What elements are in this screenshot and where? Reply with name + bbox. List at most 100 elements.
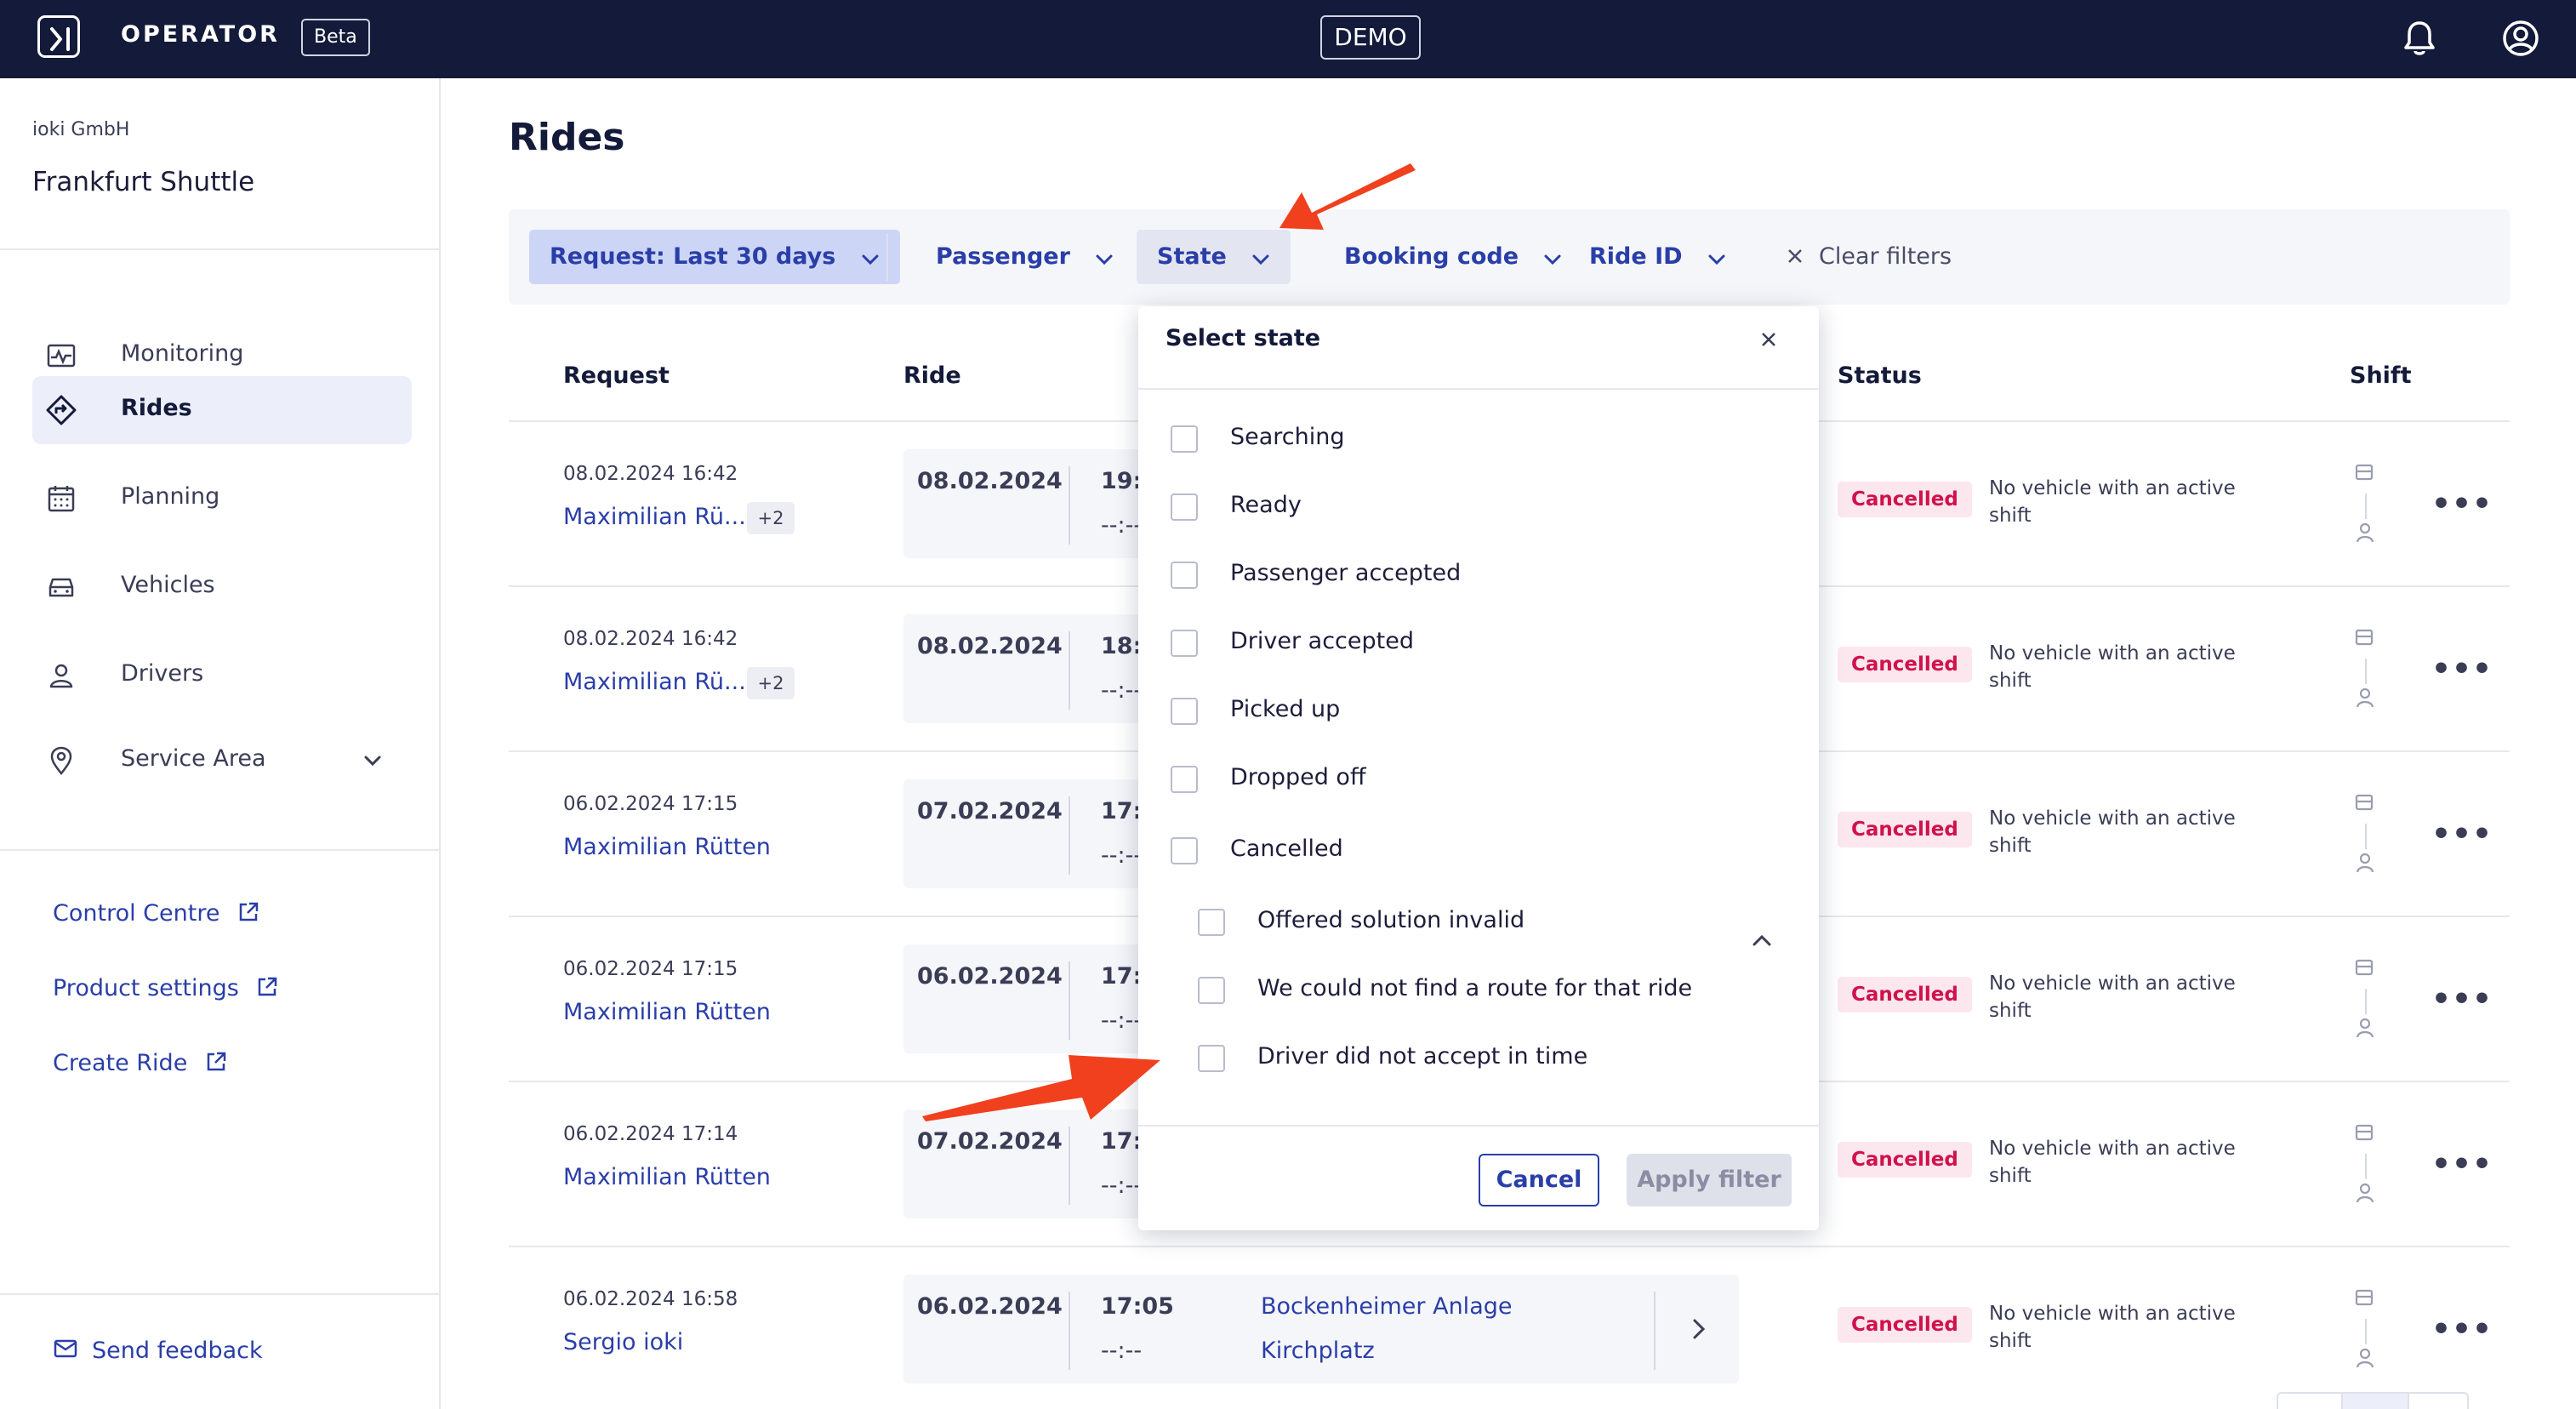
- row-actions-more-icon[interactable]: •••: [2431, 817, 2493, 852]
- sidebar-item-label: Vehicles: [121, 572, 215, 598]
- state-filter[interactable]: State: [1137, 230, 1291, 284]
- passenger-link[interactable]: Maximilian Rütten: [563, 1164, 771, 1190]
- pagination[interactable]: [2277, 1392, 2469, 1409]
- beta-badge: Beta: [301, 19, 370, 56]
- checkbox[interactable]: [1171, 562, 1198, 589]
- table-row[interactable]: 06.02.2024 16:58 Sergio ioki 06.02.2024 17:…: [509, 1247, 2510, 1409]
- sidebar-item-planning[interactable]: Planning: [32, 465, 412, 533]
- state-options-list[interactable]: Searching Ready Passenger accepted Driver a…: [1138, 390, 1819, 1092]
- shift-connector: [2365, 1154, 2367, 1179]
- account-icon[interactable]: [2501, 19, 2540, 61]
- shift-connector: [2365, 989, 2367, 1014]
- sidebar-item-label: Service Area: [121, 745, 266, 772]
- control-centre-link[interactable]: Control Centre: [53, 900, 259, 927]
- row-actions-more-icon[interactable]: •••: [2431, 1312, 2493, 1347]
- filter-label: Request: Last 30 days: [550, 243, 836, 270]
- state-filter-dropdown: Select state Searching Ready Passenger acc…: [1138, 306, 1819, 1230]
- filter-label: Passenger: [936, 243, 1070, 270]
- send-feedback-link[interactable]: Send feedback: [53, 1338, 263, 1364]
- sidebar-item-service-area[interactable]: Service Area: [32, 727, 412, 795]
- feedback-icon: [54, 1339, 77, 1358]
- dropoff-location-link[interactable]: Kirchplatz: [1261, 1338, 1375, 1364]
- filter-label: Booking code: [1344, 243, 1519, 270]
- apply-filter-button[interactable]: Apply filter: [1627, 1154, 1792, 1206]
- chevron-right-icon[interactable]: [1691, 1317, 1707, 1341]
- ride-dropoff-time: --:--: [1101, 512, 1143, 539]
- sidebar-item-drivers[interactable]: Drivers: [32, 642, 412, 710]
- sidebar-item-rides[interactable]: Rides: [32, 376, 412, 444]
- checkbox[interactable]: [1171, 766, 1198, 793]
- checkbox[interactable]: [1171, 493, 1198, 521]
- status-reason: No vehicle with an active shift: [1989, 642, 2236, 692]
- column-header-status[interactable]: Status: [1838, 362, 1922, 389]
- shift-driver-icon: [2356, 522, 2374, 543]
- create-ride-link[interactable]: Create Ride: [53, 1050, 227, 1076]
- request-date-filter[interactable]: Request: Last 30 days: [529, 230, 900, 284]
- request-time: 06.02.2024 17:15: [563, 793, 738, 815]
- close-icon: [1788, 249, 1802, 263]
- shift-vehicle-icon: [2355, 794, 2374, 811]
- status-badge: Cancelled: [1838, 1142, 1972, 1178]
- shift-vehicle-icon: [2355, 464, 2374, 481]
- state-option-label: Dropped off: [1230, 764, 1366, 790]
- chevron-down-icon[interactable]: [361, 749, 385, 773]
- external-link-icon: [207, 1052, 226, 1071]
- status-reason: No vehicle with an active shift: [1989, 1303, 2236, 1352]
- status-badge: Cancelled: [1838, 482, 1972, 517]
- checkbox[interactable]: [1171, 698, 1198, 725]
- column-header-request[interactable]: Request: [563, 362, 670, 389]
- column-header-shift[interactable]: Shift: [2350, 362, 2412, 389]
- chevron-down-icon: [1708, 254, 1725, 265]
- sidebar-item-vehicles[interactable]: Vehicles: [32, 553, 412, 621]
- shift-connector: [2365, 1319, 2367, 1344]
- checkbox[interactable]: [1171, 630, 1198, 657]
- operator-logo-icon[interactable]: [37, 15, 80, 58]
- ride-card-divider: [1069, 466, 1070, 545]
- status-reason: No vehicle with an active shift: [1989, 477, 2236, 527]
- rides-icon: [46, 395, 77, 425]
- passenger-link[interactable]: Maximilian Rütten: [563, 999, 771, 1025]
- ride-date: 07.02.2024: [917, 798, 1063, 824]
- column-header-ride[interactable]: Ride: [903, 362, 961, 389]
- row-actions-more-icon[interactable]: •••: [2431, 982, 2493, 1017]
- tenant-name[interactable]: Frankfurt Shuttle: [32, 167, 254, 197]
- booking-code-filter[interactable]: Booking code: [1324, 230, 1582, 284]
- checkbox[interactable]: [1198, 1045, 1225, 1072]
- shift-driver-icon: [2356, 853, 2374, 873]
- passenger-link[interactable]: Sergio ioki: [563, 1329, 683, 1355]
- notifications-bell-icon[interactable]: [2401, 19, 2438, 61]
- checkbox[interactable]: [1198, 977, 1225, 1004]
- chevron-down-icon: [862, 254, 879, 265]
- checkbox[interactable]: [1171, 425, 1198, 453]
- sidebar-item-label: Drivers: [121, 660, 204, 687]
- row-actions-more-icon[interactable]: •••: [2431, 652, 2493, 687]
- pickup-location-link[interactable]: Bockenheimer Anlage: [1261, 1293, 1512, 1320]
- passenger-link[interactable]: Maximilian Rü...: [563, 504, 746, 530]
- close-icon[interactable]: [1756, 327, 1781, 352]
- checkbox[interactable]: [1171, 837, 1198, 864]
- row-actions-more-icon[interactable]: •••: [2431, 1147, 2493, 1182]
- current-page[interactable]: [2341, 1394, 2409, 1409]
- checkbox[interactable]: [1198, 909, 1225, 936]
- passenger-filter[interactable]: Passenger: [915, 230, 1134, 284]
- passenger-link[interactable]: Maximilian Rü...: [563, 669, 746, 695]
- monitoring-icon: [47, 344, 76, 368]
- cancel-button[interactable]: Cancel: [1479, 1154, 1599, 1206]
- row-actions-more-icon[interactable]: •••: [2431, 487, 2493, 522]
- clear-filters-button[interactable]: Clear filters: [1787, 230, 1952, 284]
- chevron-down-icon: [1544, 254, 1561, 265]
- status-badge: Cancelled: [1838, 1307, 1972, 1343]
- external-link-icon: [239, 902, 259, 921]
- product-settings-link[interactable]: Product settings: [53, 975, 278, 1001]
- passenger-link[interactable]: Maximilian Rütten: [563, 834, 771, 860]
- status-reason: No vehicle with an active shift: [1989, 973, 2236, 1022]
- ride-dropoff-time: --:--: [1101, 1172, 1143, 1199]
- ride-card-divider: [1069, 631, 1070, 710]
- ride-id-filter[interactable]: Ride ID: [1569, 230, 1747, 284]
- state-option-label: Ready: [1230, 492, 1302, 518]
- state-option-label: Cancelled: [1230, 836, 1343, 862]
- link-label: Create Ride: [53, 1050, 188, 1076]
- ride-summary-card[interactable]: 06.02.2024 17:05 --:-- Bockenheimer Anlage K…: [903, 1275, 1739, 1383]
- chevron-down-icon: [1252, 254, 1269, 265]
- chevron-up-icon[interactable]: [1749, 931, 1775, 950]
